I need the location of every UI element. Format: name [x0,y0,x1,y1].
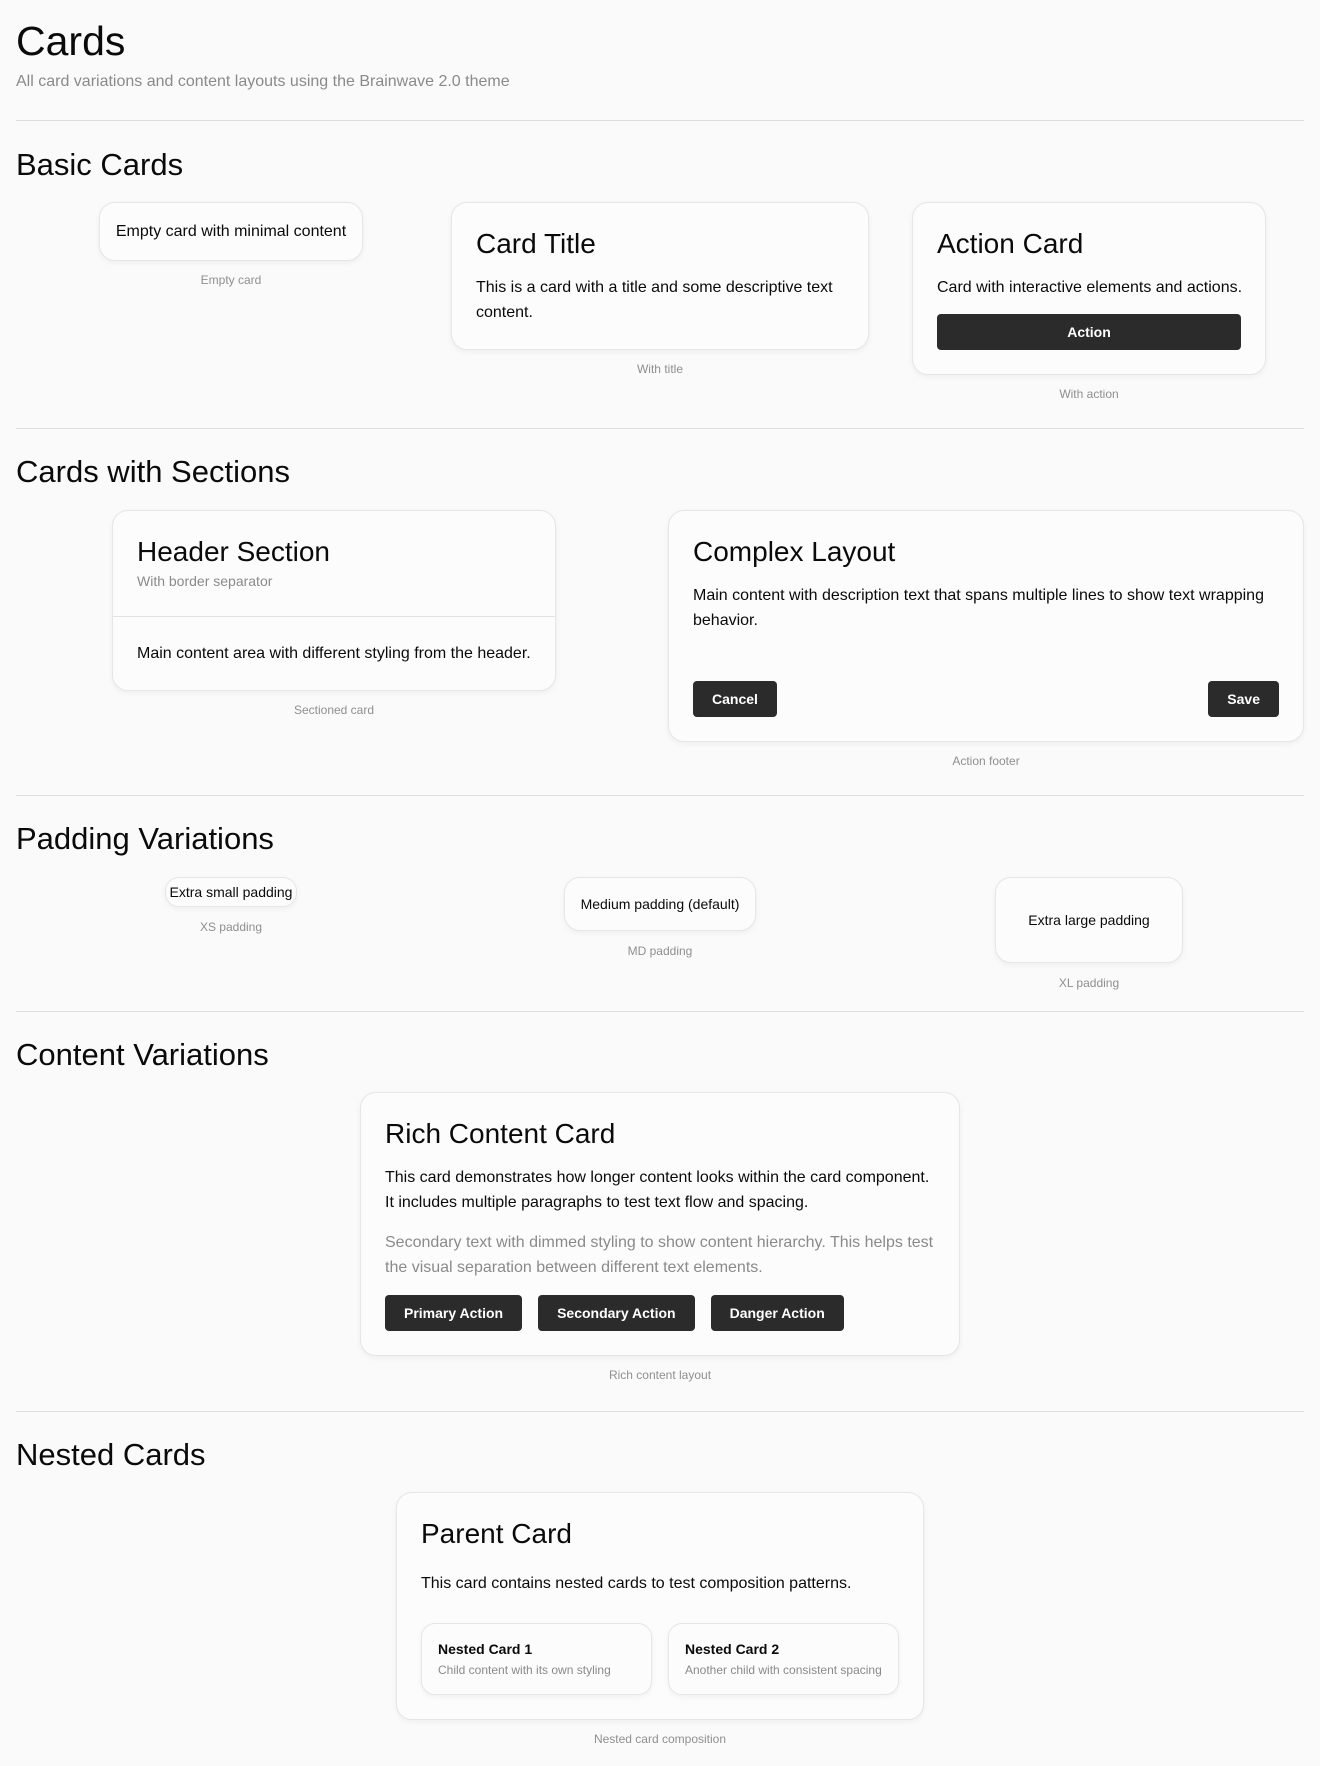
nested-cards-row: Nested Card 1 Child content with its own… [421,1623,899,1695]
title-card-caption: With title [636,362,683,376]
title-card-cell: Card Title This is a card with a title a… [445,202,875,376]
xs-padding-text: Extra small padding [169,884,293,900]
md-padding-caption: MD padding [627,944,693,958]
xs-padding-card: Extra small padding [164,877,298,907]
sectioned-card-cell: Header Section With border separator Mai… [16,510,652,717]
page-title: Cards [16,18,126,64]
xl-padding-text: Extra large padding [1028,912,1150,928]
sectioned-card-body: Main content area with different styling… [137,645,531,662]
header-section-subtitle: With border separator [137,573,273,589]
xl-padding-caption: XL padding [1058,976,1120,990]
empty-card-caption: Empty card [200,273,262,287]
divider [16,120,1304,121]
rich-content-actions: Primary Action Secondary Action Danger A… [385,1295,935,1331]
sectioned-card: Header Section With border separator Mai… [112,510,556,691]
xl-padding-card: Extra large padding [995,877,1183,963]
complex-card-caption: Action footer [952,754,1020,768]
secondary-action-button[interactable]: Secondary Action [538,1295,695,1331]
parent-card-text: This card contains nested cards to test … [421,1575,852,1592]
danger-action-button[interactable]: Danger Action [710,1295,844,1331]
card-action-footer: Cancel Save [693,681,1279,717]
title-card-heading: Card Title [476,228,596,259]
nested-card-2-title: Nested Card 2 [685,1641,780,1657]
rich-content-text: This card demonstrates how longer conten… [385,1169,930,1211]
action-card-text: Card with interactive elements and actio… [937,279,1243,296]
title-card-text: This is a card with a title and some des… [476,279,833,321]
action-card-caption: With action [1059,387,1119,401]
rich-content-card: Rich Content Card This card demonstrates… [360,1092,960,1356]
cancel-button[interactable]: Cancel [693,681,777,717]
xs-padding-caption: XS padding [199,920,263,934]
parent-card-heading: Parent Card [421,1518,572,1549]
save-button[interactable]: Save [1208,681,1279,717]
md-padding-card: Medium padding (default) [563,877,757,931]
action-button[interactable]: Action [937,314,1241,350]
md-padding-cell: Medium padding (default) MD padding [445,877,875,958]
rich-card-cell: Rich Content Card This card demonstrates… [16,1092,1304,1382]
nested-card-caption: Nested card composition [593,1732,727,1746]
nested-card-1-title: Nested Card 1 [438,1641,533,1657]
complex-layout-text: Main content with description text that … [693,587,1264,629]
complex-layout-heading: Complex Layout [693,536,896,567]
xl-padding-cell: Extra large padding XL padding [874,877,1304,990]
md-padding-text: Medium padding (default) [580,896,740,912]
nested-card-2-text: Another child with consistent spacing [685,1663,882,1677]
parent-card: Parent Card This card contains nested ca… [396,1492,924,1720]
rich-content-secondary-text: Secondary text with dimmed styling to sh… [385,1234,934,1276]
section-title-padding-variations: Padding Variations [16,821,274,856]
section-title-cards-with-sections: Cards with Sections [16,454,290,489]
section-title-content-variations: Content Variations [16,1037,269,1072]
complex-card-cell: Complex Layout Main content with descrip… [668,510,1304,768]
empty-card-text: Empty card with minimal content [115,223,347,240]
section-title-nested-cards: Nested Cards [16,1437,206,1472]
rich-card-caption: Rich content layout [608,1368,712,1382]
action-card-cell: Action Card Card with interactive elemen… [874,202,1304,401]
header-section-heading: Header Section [137,536,331,567]
empty-card: Empty card with minimal content [98,202,364,261]
divider [16,1011,1304,1012]
rich-content-heading: Rich Content Card [385,1118,616,1149]
section-title-basic-cards: Basic Cards [16,147,184,182]
sectioned-card-caption: Sectioned card [293,703,375,717]
divider [16,1411,1304,1412]
nested-card-cell: Parent Card This card contains nested ca… [16,1492,1304,1746]
action-card: Action Card Card with interactive elemen… [912,202,1266,375]
empty-card-cell: Empty card with minimal content Empty ca… [16,202,446,287]
complex-layout-card: Complex Layout Main content with descrip… [668,510,1304,742]
primary-action-button[interactable]: Primary Action [385,1295,523,1331]
xs-padding-cell: Extra small padding XS padding [16,877,446,934]
divider [16,795,1304,796]
action-card-heading: Action Card [937,228,1084,259]
page-subtitle: All card variations and content layouts … [16,73,510,90]
nested-card-1-text: Child content with its own styling [438,1663,611,1677]
title-card: Card Title This is a card with a title a… [451,202,869,350]
nested-card-1: Nested Card 1 Child content with its own… [421,1623,652,1695]
divider [16,428,1304,429]
card-header-section: Header Section With border separator [113,511,555,617]
nested-card-2: Nested Card 2 Another child with consist… [668,1623,899,1695]
